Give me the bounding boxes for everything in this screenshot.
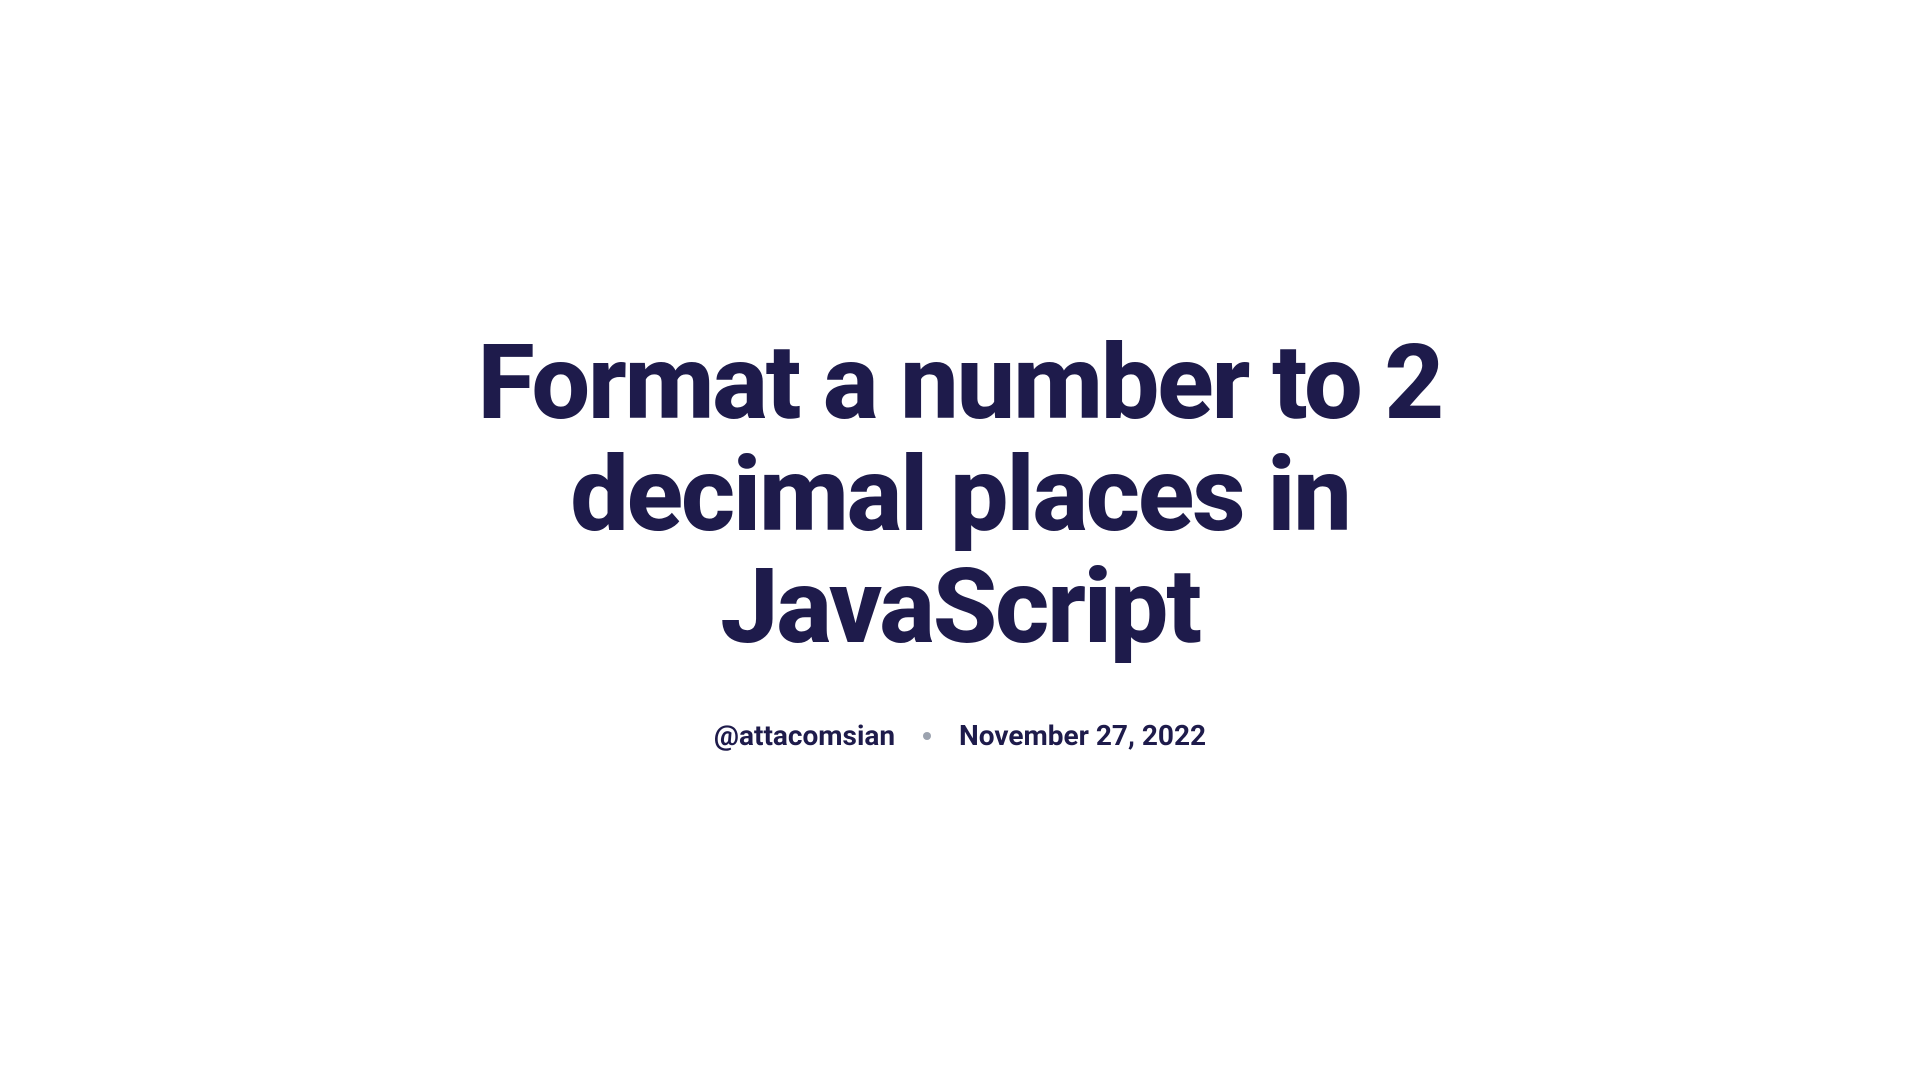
author-handle[interactable]: @attacomsian <box>714 719 895 752</box>
publish-date: November 27, 2022 <box>959 719 1206 752</box>
article-meta: @attacomsian November 27, 2022 <box>360 719 1560 752</box>
article-title: Format a number to 2 decimal places in J… <box>360 328 1560 665</box>
article-header: Format a number to 2 decimal places in J… <box>360 328 1560 753</box>
meta-separator-icon <box>923 732 931 740</box>
